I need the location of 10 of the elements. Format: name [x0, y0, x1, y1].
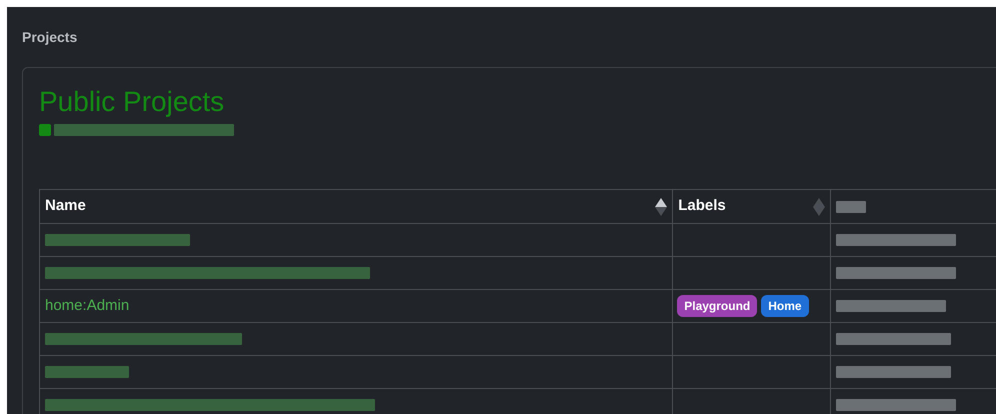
- column-header[interactable]: [830, 190, 996, 224]
- label-tag: Home: [761, 295, 809, 317]
- project-name-link[interactable]: home:Admin: [45, 296, 130, 314]
- sort-icon[interactable]: [655, 198, 668, 216]
- card-title: Public Projects: [39, 85, 226, 119]
- label-tag: Playground: [677, 295, 758, 317]
- column-header[interactable]: Name: [40, 190, 673, 224]
- page-title: Projects: [22, 28, 78, 47]
- checkbox[interactable]: [39, 124, 51, 136]
- column-header[interactable]: Labels: [672, 190, 831, 224]
